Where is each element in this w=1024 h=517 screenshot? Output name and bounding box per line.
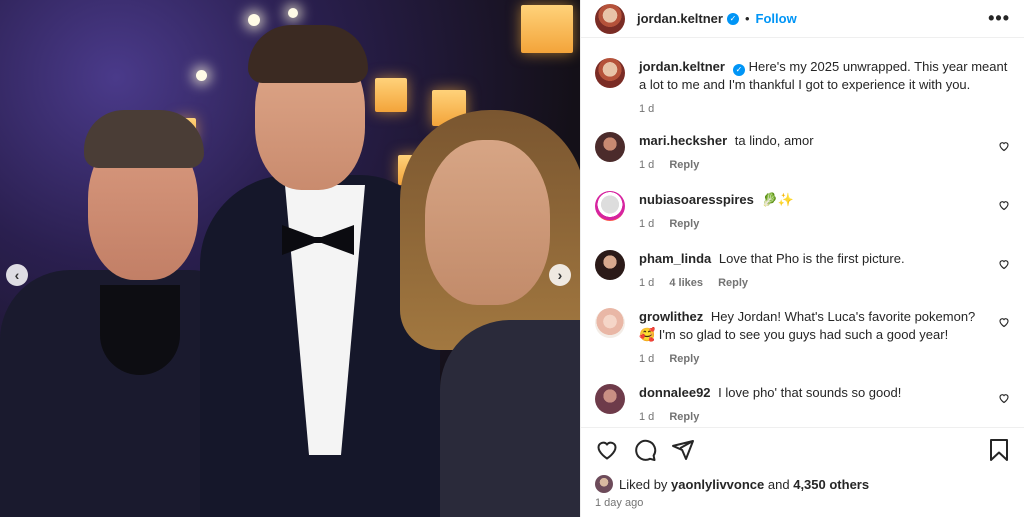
verified-badge-icon: ✓ [732, 64, 745, 76]
comment-username[interactable]: mari.hecksher [639, 133, 727, 148]
commenter-avatar[interactable] [595, 191, 625, 221]
caption-time: 1 d [639, 103, 655, 115]
comment-username[interactable]: pham_linda [639, 251, 711, 266]
reply-button[interactable]: Reply [669, 353, 699, 365]
liker-avatar [595, 475, 613, 493]
author-avatar[interactable] [595, 58, 625, 88]
post-caption: jordan.keltner ✓ Here's my 2025 unwrapped… [595, 58, 1010, 118]
comment-text: 🥬✨ [761, 192, 794, 207]
comment-text: ta lindo, amor [734, 133, 814, 148]
reply-button[interactable]: Reply [669, 411, 699, 423]
comment-likes-count[interactable]: 4 likes [669, 277, 703, 289]
liker-username[interactable]: yaonlylivvonce [671, 477, 764, 492]
post-date[interactable]: 1 day ago [595, 497, 643, 509]
share-icon[interactable] [671, 438, 695, 462]
commenter-avatar[interactable] [595, 132, 625, 162]
reply-button[interactable]: Reply [669, 159, 699, 171]
comment-time: 1 d [639, 353, 655, 365]
bookmark-icon[interactable] [988, 438, 1010, 462]
commenter-avatar[interactable] [595, 308, 625, 338]
comment-username[interactable]: donnalee92 [639, 385, 711, 400]
heart-icon[interactable] [998, 316, 1010, 328]
heart-icon[interactable] [998, 258, 1010, 270]
author-avatar[interactable] [595, 3, 625, 34]
post-header: jordan.keltner ✓ • Follow ••• [581, 0, 1024, 38]
next-photo-button[interactable]: › [549, 264, 571, 286]
comment-time: 1 d [639, 277, 655, 289]
comment-item: nubiasoaresspires 🥬✨ 1 d Reply [595, 191, 1010, 233]
comment-icon[interactable] [633, 438, 657, 462]
prev-photo-button[interactable]: ‹ [6, 264, 28, 286]
commenter-avatar[interactable] [595, 384, 625, 414]
comment-item: mari.hecksher ta lindo, amor 1 d Reply [595, 132, 1010, 174]
comment-username[interactable]: growlithez [639, 309, 703, 324]
heart-icon[interactable] [998, 199, 1010, 211]
heart-icon[interactable] [998, 392, 1010, 404]
comment-time: 1 d [639, 159, 655, 171]
action-bar [581, 427, 1024, 471]
heart-icon[interactable] [595, 438, 619, 462]
likes-prefix: Liked by [619, 476, 668, 492]
more-options-icon[interactable]: ••• [988, 8, 1010, 29]
separator-dot: • [744, 11, 750, 26]
post-photo[interactable]: ‹ › [0, 0, 580, 517]
chevron-right-icon: › [557, 267, 563, 283]
person-right [400, 0, 580, 517]
heart-icon[interactable] [998, 140, 1010, 152]
reply-button[interactable]: Reply [718, 277, 748, 289]
comment-time: 1 d [639, 218, 655, 230]
verified-badge-icon: ✓ [726, 12, 739, 25]
comment-item: growlithez Hey Jordan! What's Luca's fav… [595, 308, 1010, 368]
comment-time: 1 d [639, 411, 655, 423]
reply-button[interactable]: Reply [669, 218, 699, 230]
post-panel: jordan.keltner ✓ • Follow ••• jordan.kel… [580, 0, 1024, 517]
likes-others-count[interactable]: 4,350 others [793, 477, 869, 492]
likes-middle: and [767, 476, 790, 492]
comment-text: I love pho' that sounds so good! [718, 385, 902, 400]
comment-item: donnalee92 I love pho' that sounds so go… [595, 384, 1010, 426]
author-username[interactable]: jordan.keltner [637, 11, 723, 26]
comment-text: Love that Pho is the first picture. [718, 251, 905, 266]
likes-summary[interactable]: Liked by yaonlylivvonce and 4,350 others [595, 475, 869, 493]
chevron-left-icon: ‹ [14, 267, 20, 283]
comment-username[interactable]: nubiasoaresspires [639, 192, 754, 207]
commenter-avatar[interactable] [595, 250, 625, 280]
comment-item: pham_linda Love that Pho is the first pi… [595, 250, 1010, 292]
follow-button[interactable]: Follow [756, 11, 797, 26]
caption-username[interactable]: jordan.keltner [639, 59, 725, 74]
